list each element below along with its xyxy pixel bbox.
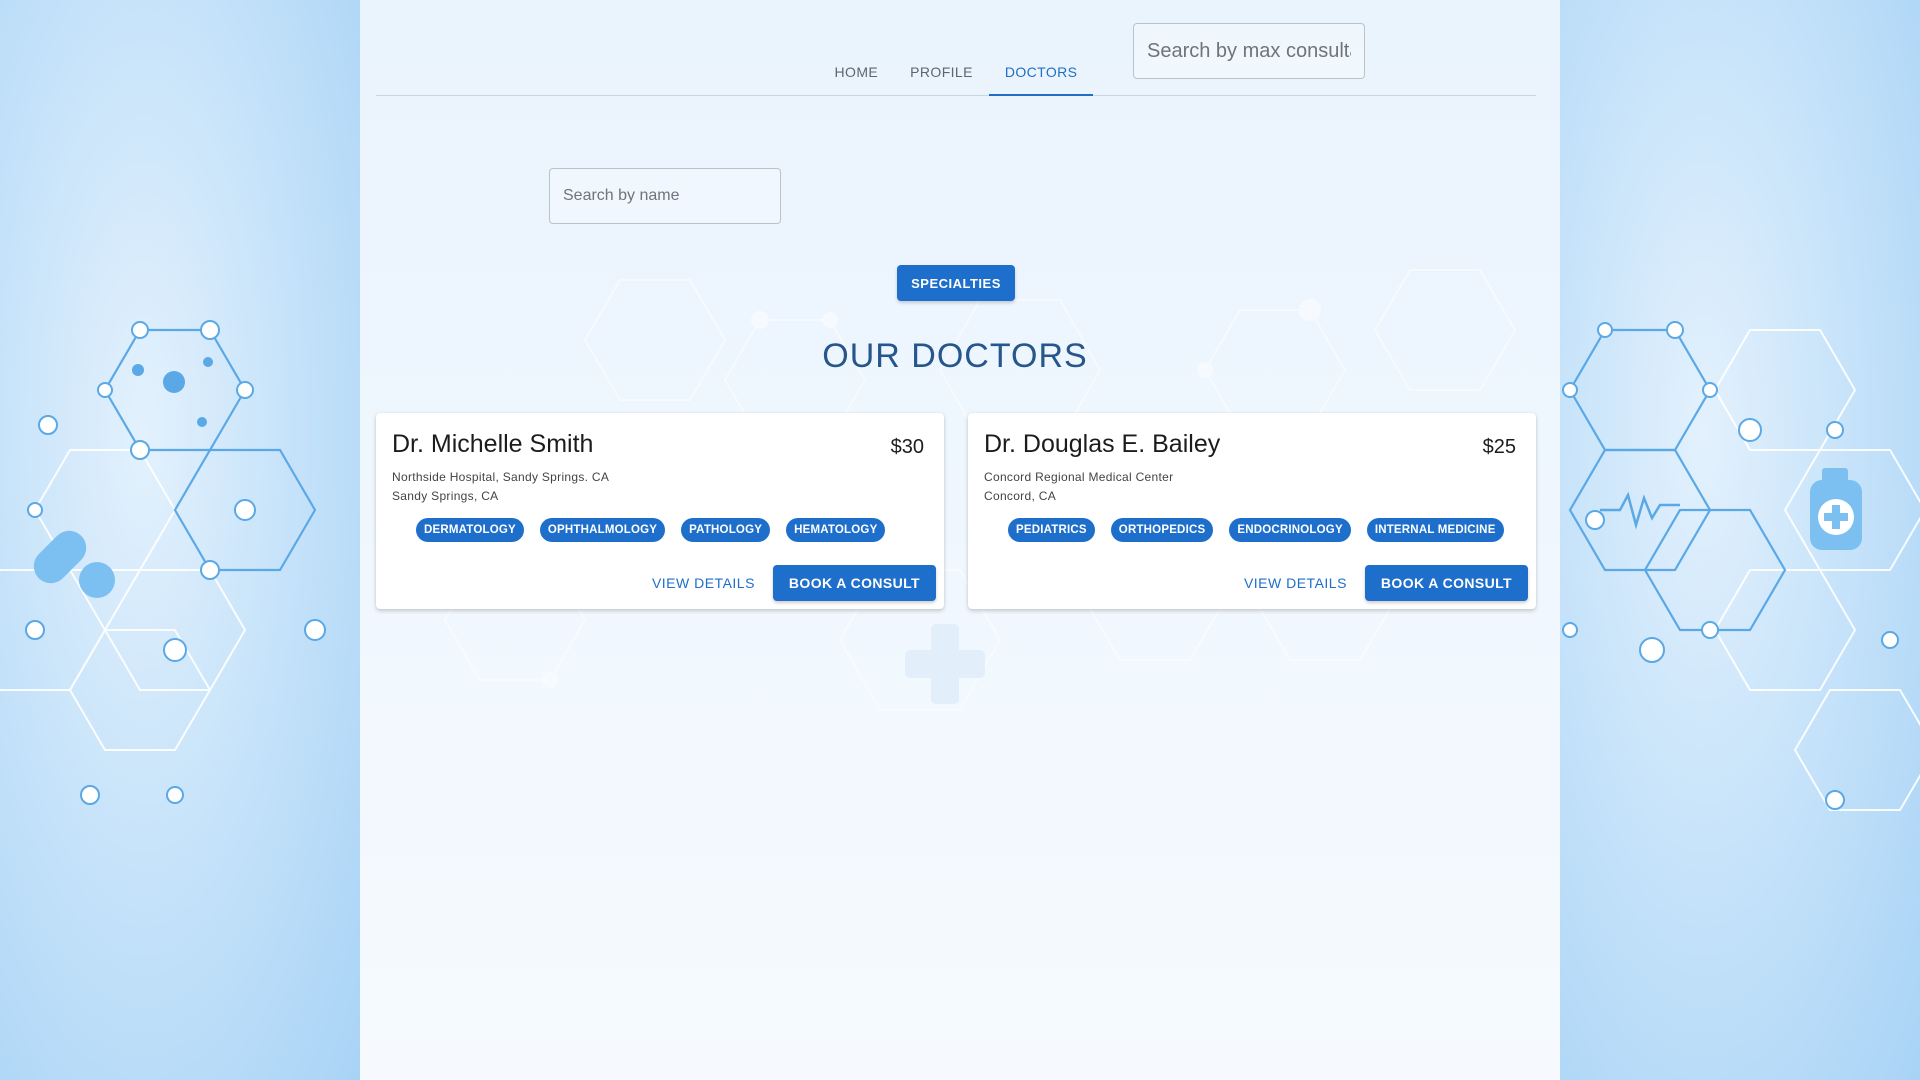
book-consult-button[interactable]: BOOK A CONSULT	[772, 565, 936, 601]
search-by-name-input[interactable]	[549, 168, 781, 224]
tab-profile[interactable]: PROFILE	[894, 48, 989, 96]
hospital-name: Concord Regional Medical Center	[984, 470, 1174, 484]
hospital-name: Northside Hospital, Sandy Springs. CA	[392, 470, 610, 484]
view-details-button[interactable]: VIEW DETAILS	[1238, 567, 1353, 599]
view-details-button[interactable]: VIEW DETAILS	[646, 567, 761, 599]
consultation-price: $30	[890, 436, 924, 458]
doctor-city: Concord, CA	[984, 489, 1056, 503]
specialty-chips: DERMATOLOGY OPHTHALMOLOGY PATHOLOGY HEMA…	[416, 518, 886, 542]
consultation-price: $25	[1482, 436, 1516, 458]
doctor-city: Sandy Springs, CA	[392, 489, 499, 503]
pill-icon	[33, 530, 115, 598]
card-actions: VIEW DETAILS BOOK A CONSULT	[1238, 565, 1528, 601]
card-actions: VIEW DETAILS BOOK A CONSULT	[646, 565, 936, 601]
specialty-chip: ORTHOPEDICS	[1110, 518, 1214, 542]
doctor-card: Dr. Michelle Smith $30 Northside Hospita…	[376, 413, 944, 609]
specialties-button[interactable]: SPECIALTIES	[897, 265, 1015, 301]
search-by-max-price-input[interactable]	[1133, 23, 1365, 79]
hexagon-medical-pattern	[1562, 321, 1920, 811]
specialty-chip: PEDIATRICS	[1008, 518, 1095, 542]
specialty-chip: OPHTHALMOLOGY	[539, 518, 666, 542]
tab-home[interactable]: HOME	[819, 48, 895, 96]
specialty-chip: PATHOLOGY	[681, 518, 771, 542]
main-panel: HOME PROFILE DOCTORS SPECIALTIES OUR DOC…	[360, 0, 1560, 1080]
book-consult-button[interactable]: BOOK A CONSULT	[1364, 565, 1528, 601]
specialty-chip: ENDOCRINOLOGY	[1229, 518, 1351, 542]
background-right-decoration	[1560, 0, 1920, 1080]
specialty-chip: HEMATOLOGY	[786, 518, 886, 542]
specialty-chips: PEDIATRICS ORTHOPEDICS ENDOCRINOLOGY INT…	[1008, 518, 1504, 542]
tab-doctors[interactable]: DOCTORS	[988, 48, 1094, 96]
specialty-chip: DERMATOLOGY	[416, 518, 524, 542]
doctor-name: Dr. Douglas E. Bailey	[984, 430, 1221, 458]
doctor-name: Dr. Michelle Smith	[392, 430, 594, 458]
hexagon-molecule-pattern	[0, 320, 326, 805]
medical-cross-icon	[905, 624, 985, 704]
medicine-bottle-icon	[1810, 468, 1862, 550]
background-left-decoration	[0, 0, 360, 1080]
page-title: OUR DOCTORS	[822, 337, 1088, 375]
heartbeat-icon	[1600, 491, 1680, 530]
specialty-chip: INTERNAL MEDICINE	[1366, 518, 1504, 542]
doctor-card: Dr. Douglas E. Bailey $25 Concord Region…	[968, 413, 1536, 609]
